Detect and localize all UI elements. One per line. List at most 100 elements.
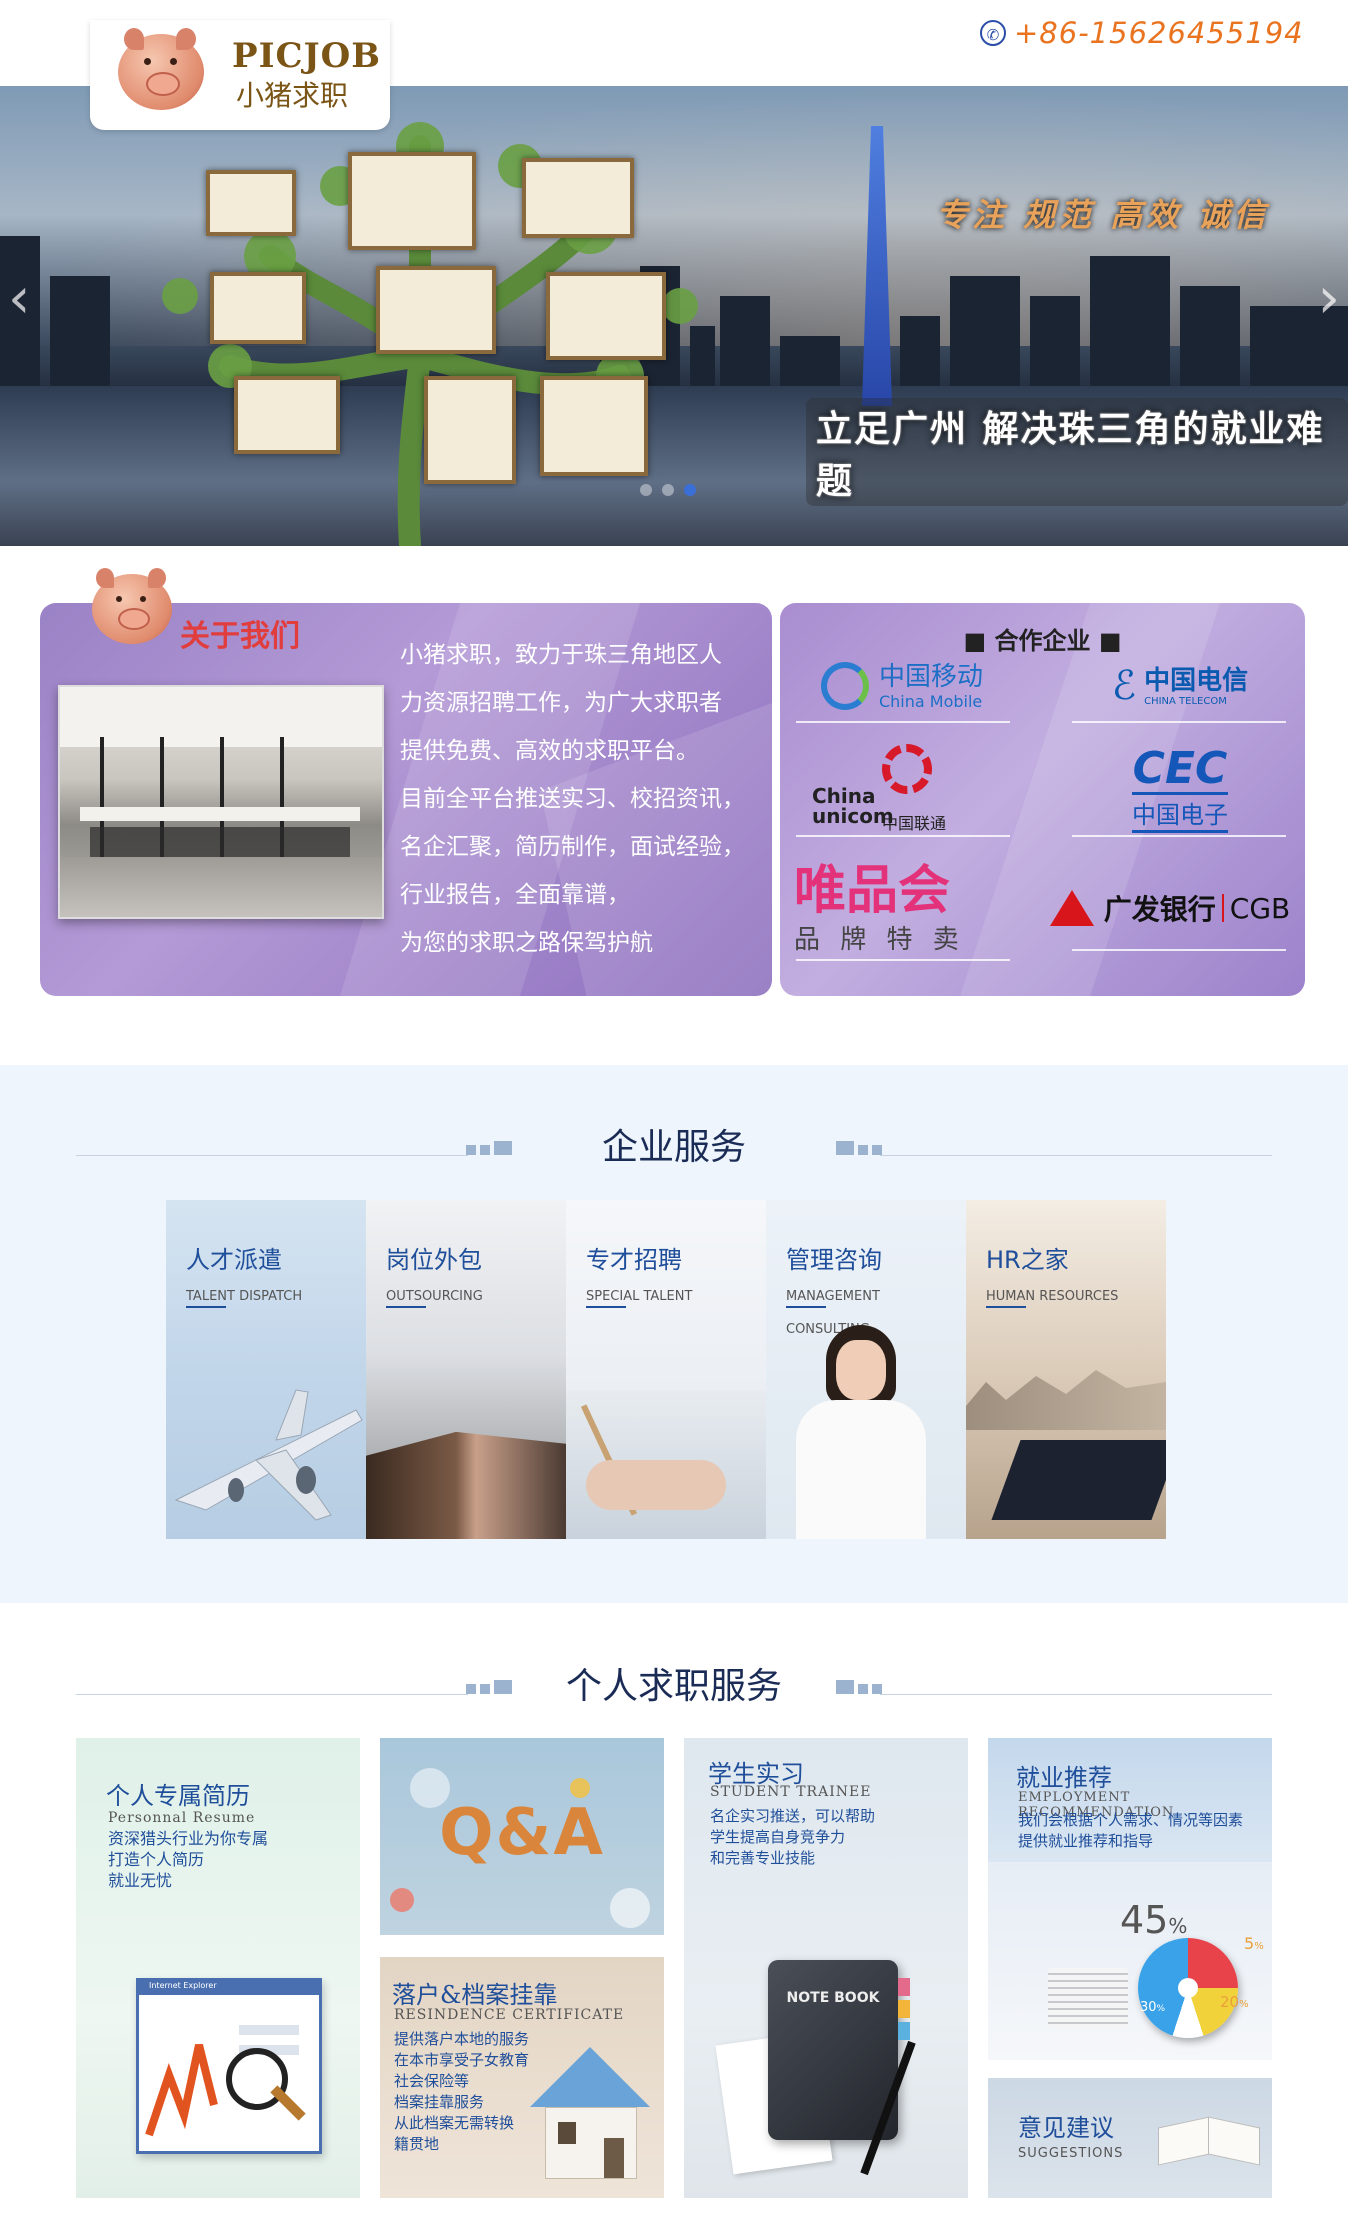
card-subtitle: Personnal Resume xyxy=(108,1810,256,1826)
phone-contact[interactable]: ✆ +86-15626455194 xyxy=(980,16,1304,50)
personal-card-residence[interactable]: 落户&档案挂靠 RESINDENCE CERTIFICATE 提供落户本地的服务… xyxy=(380,1957,664,2198)
pct-value: 45 xyxy=(1120,1898,1169,1942)
card-title: 管理咨询 xyxy=(786,1246,882,1274)
partner-vipshop[interactable]: 唯品会 品 牌 特 卖 xyxy=(794,859,1014,959)
banner-prev-arrow[interactable]: ‹ xyxy=(8,266,30,331)
certificate xyxy=(234,376,340,454)
china-telecom-icon: ℰ xyxy=(1111,663,1137,709)
personal-card-suggestions[interactable]: 意见建议 SUGGESTIONS xyxy=(988,2078,1272,2198)
pct-sign: % xyxy=(1168,1914,1188,1938)
desc-line: 籍贯地 xyxy=(394,2135,440,2153)
house-icon xyxy=(530,2047,650,2107)
logo-chinese: 小猪求职 xyxy=(236,79,349,112)
cgb-icon xyxy=(1049,890,1094,926)
certificate xyxy=(424,376,516,484)
desc-line: 我们会根据个人需求、情况等因素 xyxy=(1018,1811,1244,1829)
cec-logo-text: CEC xyxy=(1132,742,1228,794)
desc-line: 学生提高自身竞争力 xyxy=(710,1828,846,1846)
logo-english: PICJOB xyxy=(232,36,381,76)
banner-dot-active[interactable] xyxy=(684,484,696,496)
card-description: 资深猎头行业为你专属 打造个人简历 就业无忧 xyxy=(108,1828,268,1891)
card-description: 我们会根据个人需求、情况等因素 提供就业推荐和指导 xyxy=(1018,1810,1243,1852)
card-subtitle: OUTSOURCING xyxy=(386,1289,483,1304)
partner-cec[interactable]: CEC 中国电子 xyxy=(1070,743,1290,835)
pct-label: 20% xyxy=(1220,1993,1249,2011)
desc-line: 打造个人简历 xyxy=(108,1850,205,1869)
service-card-special-talent[interactable]: 专才招聘 SPECIAL TALENT xyxy=(566,1200,766,1539)
pct-sign: % xyxy=(1254,1941,1264,1952)
partner-china-mobile[interactable]: 中国移动 China Mobile xyxy=(792,651,1012,721)
banner-dot[interactable] xyxy=(662,484,674,496)
partner-china-unicom[interactable]: China unicom 中国联通 xyxy=(792,738,1012,838)
cec-name: 中国电子 xyxy=(1132,791,1228,833)
service-card-management-consulting[interactable]: 管理咨询 MANAGEMENT CONSULTING xyxy=(766,1200,966,1539)
desc-line: 档案挂靠服务 xyxy=(394,2093,485,2111)
notebook-label: NOTE BOOK xyxy=(786,1990,880,2006)
phone-icon: ✆ xyxy=(980,20,1006,46)
personal-card-resume[interactable]: 个人专属简历 Personnal Resume 资深猎头行业为你专属 打造个人简… xyxy=(76,1738,360,2198)
china-mobile-icon xyxy=(820,662,869,710)
pct-value: 5 xyxy=(1244,1934,1255,1953)
card-title: 岗位外包 xyxy=(386,1246,482,1274)
service-card-hr-home[interactable]: HR之家 HUMAN RESOURCES xyxy=(966,1200,1166,1539)
partners-panel: ■ 合作企业 ■ 中国移动 China Mobile ℰ 中国电信 CHINA … xyxy=(780,603,1305,996)
about-line: 名企汇聚，简历制作，面试经验， xyxy=(400,834,745,860)
card-subtitle: TALENT DISPATCH xyxy=(186,1289,303,1304)
partner-china-telecom[interactable]: ℰ 中国电信 CHINA TELECOM xyxy=(1070,651,1290,721)
personal-title: 个人求职服务 xyxy=(565,1666,782,1707)
certificate xyxy=(540,376,648,476)
card-subtitle: HUMAN RESOURCES xyxy=(986,1289,1119,1304)
china-telecom-en: CHINA TELECOM xyxy=(1144,695,1227,707)
desc-line: 就业无忧 xyxy=(108,1871,173,1890)
service-card-outsourcing[interactable]: 岗位外包 OUTSOURCING xyxy=(366,1200,566,1539)
airplane-icon xyxy=(174,1389,363,1521)
desc-line: 名企实习推送，可以帮助 xyxy=(710,1807,876,1825)
office-photo xyxy=(58,685,384,919)
desc-line: 提供落户本地的服务 xyxy=(394,2030,530,2048)
card-description: 提供落户本地的服务 在本市享受子女教育 社会保险等 档案挂靠服务 从此档案无需转… xyxy=(394,2029,529,2155)
certificate xyxy=(376,266,496,354)
site-logo[interactable]: PICJOB 小猪求职 xyxy=(90,20,390,130)
about-line: 目前全平台推送实习、校招资讯， xyxy=(400,786,745,812)
service-card-talent-dispatch[interactable]: 人才派遣 TALENT DISPATCH xyxy=(166,1200,366,1539)
about-line: 小猪求职，致力于珠三角地区人 xyxy=(400,642,722,668)
card-title: 落户&档案挂靠 xyxy=(392,1981,558,2009)
certificate xyxy=(210,272,306,344)
banner-slogan-top: 专注 规范 高效 诚信 xyxy=(936,196,1270,234)
hero-banner[interactable]: 专注 规范 高效 诚信 立足广州 解决珠三角的就业难题 ‹ › xyxy=(0,86,1348,546)
personal-card-recommendation[interactable]: 就业推荐 EMPLOYMENT RECOMMENDATION 我们会根据个人需求… xyxy=(988,1738,1272,2060)
personal-card-qa[interactable]: Q&A xyxy=(380,1738,664,1935)
laptop-icon xyxy=(991,1440,1166,1520)
card-title: HR之家 xyxy=(986,1246,1069,1274)
personal-card-intern[interactable]: 学生实习 STUDENT TRAINEE 名企实习推送，可以帮助 学生提高自身竞… xyxy=(684,1738,968,2198)
cgb-name: 广发银行 xyxy=(1103,893,1216,926)
china-unicom-name: 中国联通 xyxy=(882,814,947,833)
desc-line: 和完善专业技能 xyxy=(710,1849,816,1867)
about-line: 为您的求职之路保驾护航 xyxy=(400,930,653,956)
pct-label: 5% xyxy=(1244,1934,1264,1953)
vipshop-name: 唯品会 xyxy=(794,860,951,921)
china-telecom-name: 中国电信 xyxy=(1144,665,1249,696)
certificate xyxy=(546,272,666,360)
banner-dot[interactable] xyxy=(640,484,652,496)
pct-value: 20 xyxy=(1220,1993,1240,2011)
phone-number[interactable]: +86-15626455194 xyxy=(1014,16,1304,50)
about-line: 提供免费、高效的求职平台。 xyxy=(400,738,699,764)
china-mobile-en: China Mobile xyxy=(878,691,983,711)
certificate xyxy=(206,170,296,236)
china-unicom-icon xyxy=(882,744,932,794)
desc-line: 社会保险等 xyxy=(394,2072,470,2090)
qa-title: Q&A xyxy=(439,1796,605,1870)
china-unicom-en: China xyxy=(812,784,876,808)
banner-next-arrow[interactable]: › xyxy=(1318,266,1340,331)
desc-line: 提供就业推荐和指导 xyxy=(1018,1832,1154,1850)
notebook-icon: NOTE BOOK xyxy=(768,1960,898,2140)
about-line: 行业报告，全面靠谱， xyxy=(400,882,630,908)
partner-cgb[interactable]: 广发银行 CGB xyxy=(1040,873,1300,943)
about-title: 关于我们 xyxy=(180,619,300,654)
pig-mascot-icon xyxy=(92,568,172,644)
card-description: 名企实习推送，可以帮助 学生提高自身竞争力 和完善专业技能 xyxy=(710,1806,875,1869)
card-title: 人才派遣 xyxy=(186,1246,282,1274)
pct-sign: % xyxy=(1156,2004,1166,2014)
pct-label: 30% xyxy=(1140,2000,1165,2015)
